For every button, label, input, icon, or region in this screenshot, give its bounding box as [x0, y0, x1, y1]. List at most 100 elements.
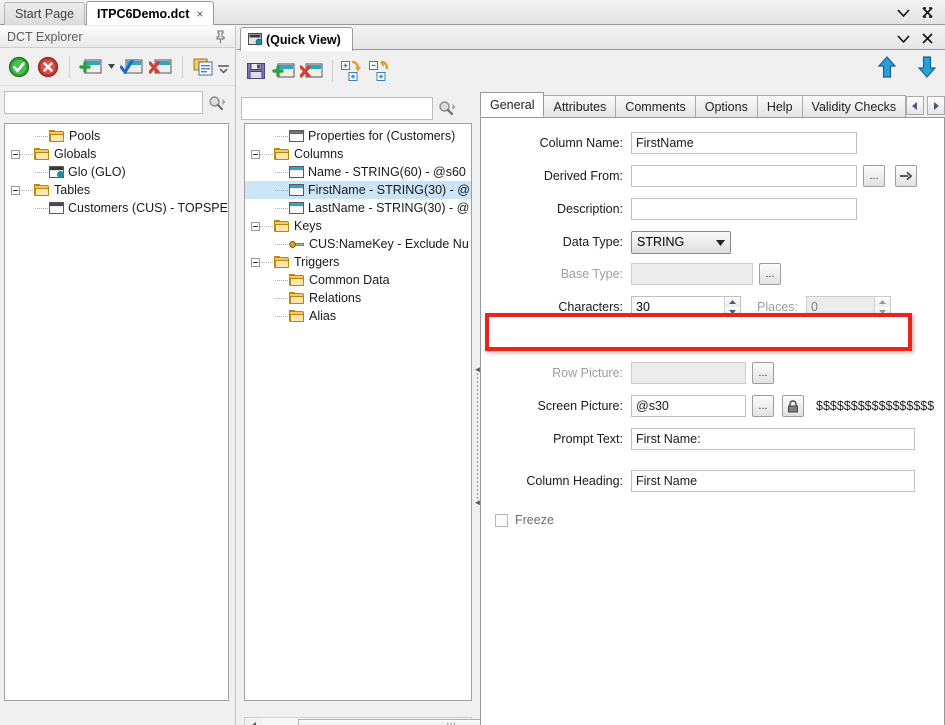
collapse-expander-icon[interactable] [251, 221, 260, 231]
search-input[interactable] [242, 97, 432, 119]
derived-from-browse-button[interactable]: ... [863, 165, 885, 187]
quickview-tree[interactable]: Properties for (Customers) Columns Name - … [244, 123, 472, 701]
column-name-input[interactable] [631, 132, 857, 154]
tab-attributes[interactable]: Attributes [543, 95, 617, 117]
quickview-search-box[interactable] [241, 96, 433, 120]
collapse-all-button[interactable] [368, 58, 394, 84]
delete-column-button[interactable] [299, 58, 325, 84]
collapse-expander-icon[interactable] [251, 149, 260, 159]
column-name-value[interactable] [636, 136, 852, 150]
base-type-browse-button[interactable]: ... [759, 263, 781, 285]
tab-comments[interactable]: Comments [615, 95, 696, 117]
data-type-combobox[interactable]: STRING [631, 230, 731, 254]
delete-table-button[interactable] [148, 54, 174, 80]
explorer-search-box[interactable] [4, 91, 203, 114]
tree-item[interactable]: Tables [5, 181, 228, 199]
chevron-down-icon[interactable] [896, 5, 911, 20]
chevron-down-icon[interactable] [896, 31, 911, 46]
tree-item[interactable]: FirstName - STRING(30) - @ [245, 181, 471, 199]
window-buttons [896, 0, 943, 25]
tree-item[interactable]: Alias [245, 307, 471, 325]
tree-item[interactable]: CUS:NameKey - Exclude Nu [245, 235, 471, 253]
pin-icon[interactable] [214, 30, 227, 44]
document-tab-start-page[interactable]: Start Page [4, 2, 86, 25]
freeze-checkbox[interactable] [495, 513, 508, 527]
tree-item[interactable]: Properties for (Customers) [245, 127, 471, 145]
tree-item[interactable]: Pools [5, 127, 228, 145]
tree-item[interactable]: Relations [245, 289, 471, 307]
hscrollbar[interactable]: ||| [244, 717, 606, 725]
collapse-expander-icon[interactable] [11, 149, 20, 159]
scroll-left-button[interactable] [245, 718, 262, 725]
validate-ok-button[interactable] [6, 54, 32, 80]
tab-general[interactable]: General [480, 92, 545, 117]
tree-item-label: Customers (CUS) - TOPSPEE [68, 201, 229, 215]
tree-item[interactable]: LastName - STRING(30) - @ [245, 199, 471, 217]
tab-quick-view[interactable]: (Quick View) [240, 27, 353, 51]
cancel-button[interactable] [35, 54, 61, 80]
tab-scroll-left-button[interactable] [906, 96, 924, 115]
tab-help[interactable]: Help [756, 95, 803, 117]
collapse-expander-icon[interactable] [251, 257, 260, 267]
global-icon [49, 166, 64, 178]
tree-item[interactable]: Glo (GLO) [5, 163, 228, 181]
lock-icon[interactable] [782, 395, 804, 417]
document-tab-itpc6demo[interactable]: ITPC6Demo.dct × [86, 1, 215, 25]
add-column-button[interactable] [271, 58, 297, 84]
search-icon[interactable] [203, 91, 231, 114]
spinner-up-icon[interactable] [725, 297, 740, 307]
tab-validity-checks[interactable]: Validity Checks [801, 95, 907, 117]
toolbar-separator [332, 60, 333, 82]
document-tab-label: Start Page [15, 7, 75, 21]
tree-item[interactable]: Common Data [245, 271, 471, 289]
tab-options[interactable]: Options [694, 95, 758, 117]
collapse-expander-icon[interactable] [11, 185, 20, 195]
arrow-down-icon[interactable] [917, 56, 937, 78]
edit-table-button[interactable] [119, 54, 145, 80]
close-icon[interactable]: × [196, 7, 203, 21]
close-icon[interactable] [920, 31, 935, 46]
explorer-tree[interactable]: Pools Globals Glo (GLO) Tables Customers (CU… [4, 123, 229, 701]
tree-item[interactable]: Triggers [245, 253, 471, 271]
derived-from-goto-button[interactable] [895, 165, 917, 187]
save-button[interactable] [243, 58, 269, 84]
screen-picture-browse-button[interactable]: ... [752, 395, 774, 417]
tree-connector [275, 181, 289, 199]
expand-all-button[interactable] [340, 58, 366, 84]
chevron-down-icon[interactable] [716, 235, 725, 249]
screen-picture-preview: $$$$$$$$$$$$$$$$$ [816, 399, 935, 413]
screen-picture-input[interactable] [631, 395, 746, 417]
search-input[interactable] [5, 92, 202, 113]
close-icon[interactable] [920, 5, 935, 20]
quickview-hscrollbar[interactable]: ||| [244, 717, 606, 725]
scroll-track[interactable]: ||| [262, 718, 606, 725]
add-table-dropdown[interactable] [107, 54, 116, 80]
derived-from-input[interactable] [631, 165, 857, 187]
tree-item[interactable]: Name - STRING(60) - @s60 [245, 163, 471, 181]
add-table-button[interactable] [78, 54, 104, 80]
tab-scroll-right-button[interactable] [927, 96, 945, 115]
tree-item[interactable]: Keys [245, 217, 471, 235]
description-input[interactable] [631, 198, 857, 220]
tree-item[interactable]: Columns [245, 145, 471, 163]
tree-item-label: Name - STRING(60) - @s60 [308, 165, 466, 179]
tree-item[interactable]: Globals [5, 145, 228, 163]
overflow-chevron-icon[interactable] [216, 58, 231, 75]
tree-item-label: Glo (GLO) [68, 165, 126, 179]
screen-picture-value[interactable] [636, 399, 741, 413]
row-picture-browse-button[interactable]: ... [752, 362, 774, 384]
copy-button[interactable] [191, 54, 217, 80]
column-heading-input[interactable] [631, 470, 915, 492]
tree-connector [35, 127, 49, 145]
description-value[interactable] [636, 202, 852, 216]
derived-from-value[interactable] [636, 169, 852, 183]
prompt-text-value[interactable] [636, 432, 910, 446]
search-icon[interactable] [433, 97, 461, 120]
column-heading-value[interactable] [636, 474, 910, 488]
toolbar-separator [69, 55, 70, 78]
tree-item[interactable]: Customers (CUS) - TOPSPEE [5, 199, 228, 217]
field-label: Screen Picture: [537, 399, 623, 413]
prompt-text-input[interactable] [631, 428, 915, 450]
folder-icon [34, 183, 50, 197]
arrow-up-icon[interactable] [877, 56, 897, 78]
